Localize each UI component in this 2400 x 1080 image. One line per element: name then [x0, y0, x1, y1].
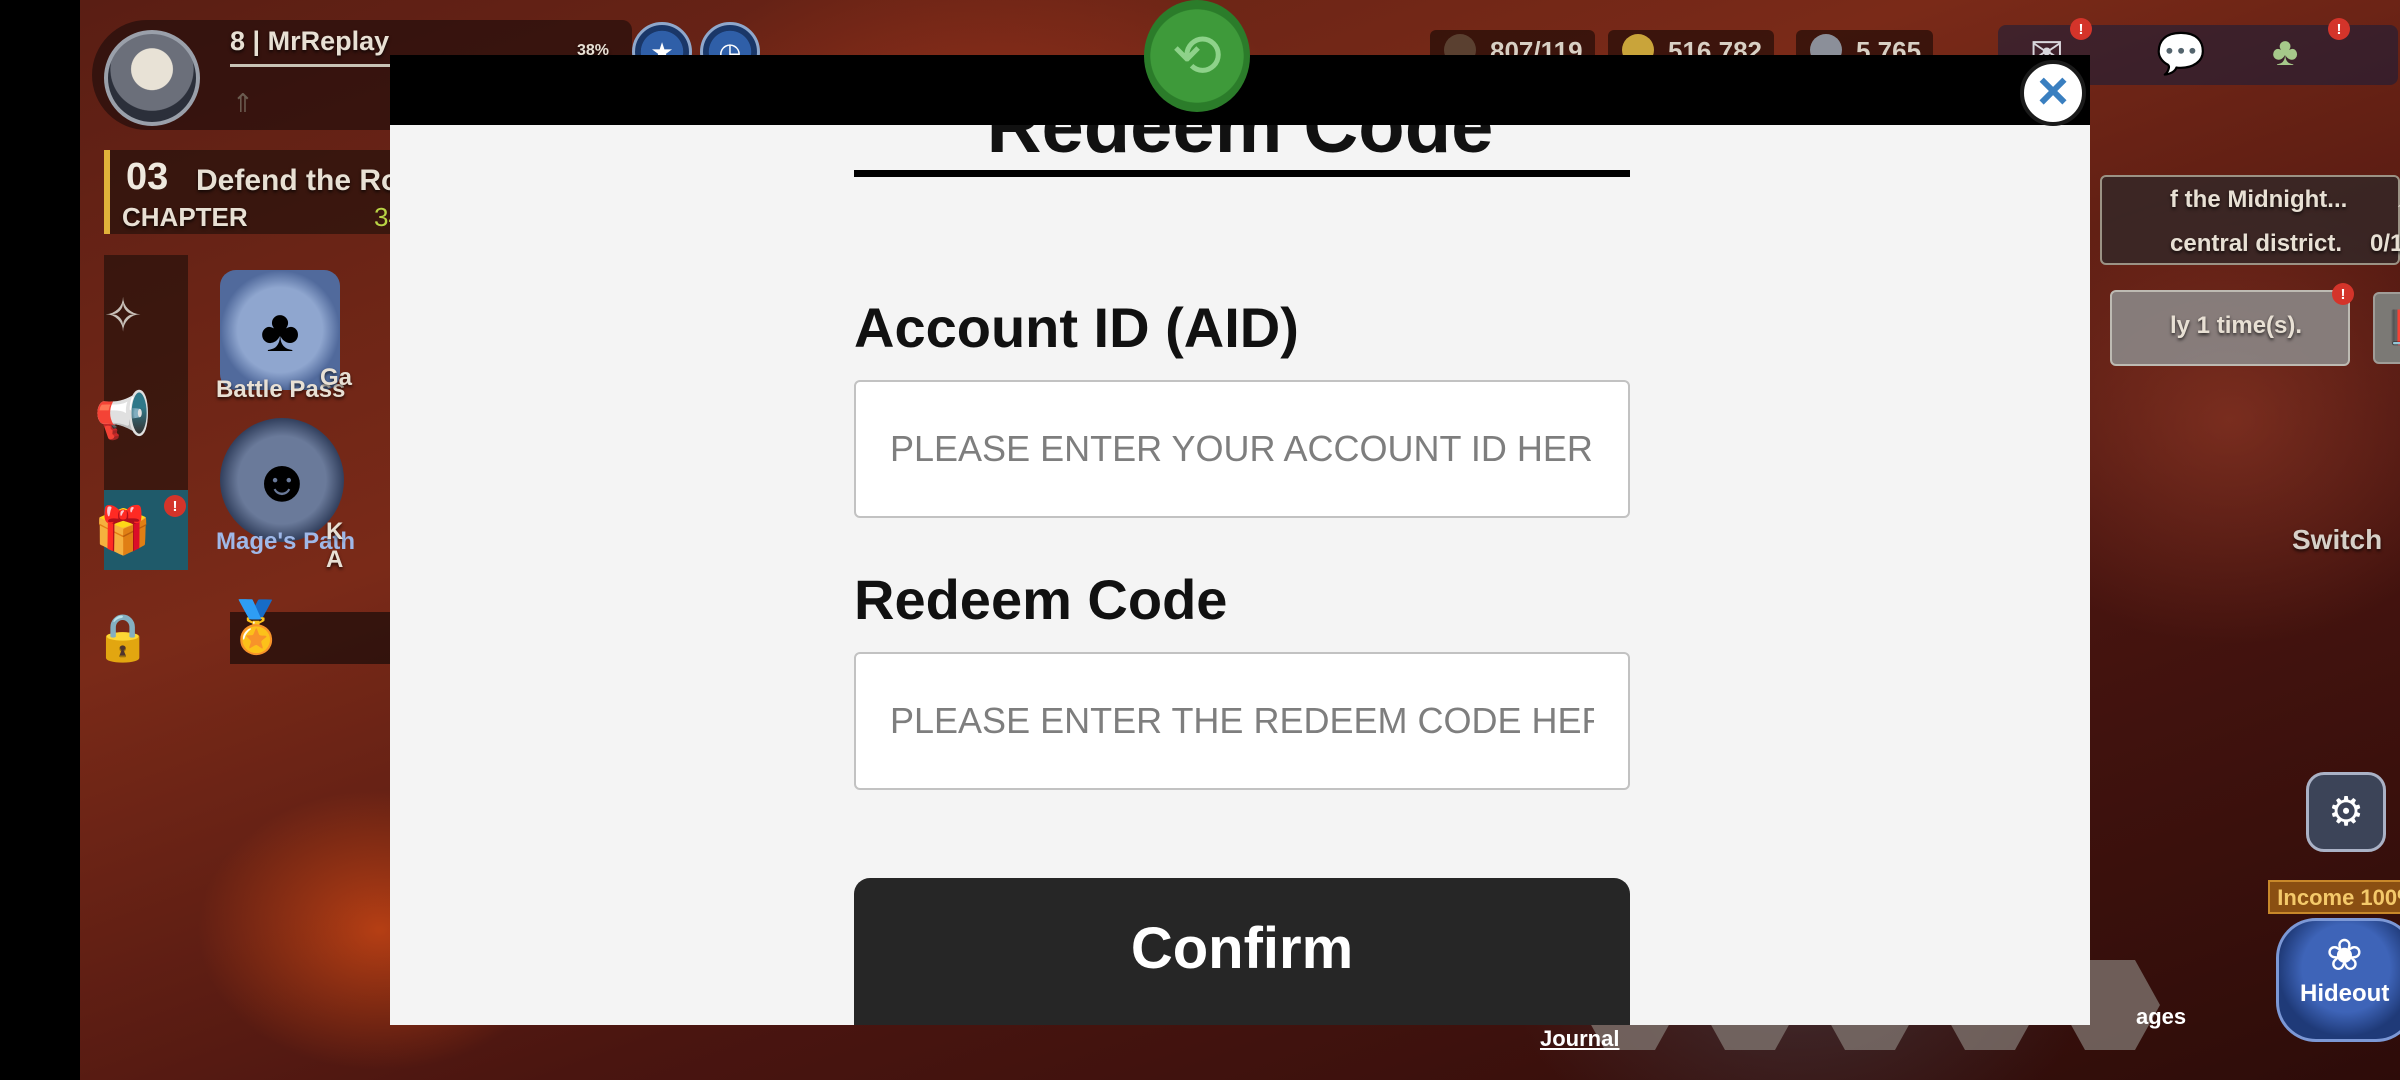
pages-label[interactable]: ages [2136, 1004, 2186, 1030]
gift-alert-dot: ! [164, 495, 186, 517]
clover-icon[interactable]: ♣ [2272, 30, 2298, 75]
compass-menu-icon[interactable]: ✧ [98, 289, 148, 341]
chapter-title: Defend the Ro [196, 164, 400, 197]
quest-count: 0/1 [2370, 230, 2400, 257]
hideout-label: Hideout [2300, 980, 2390, 1007]
map-icon[interactable]: ⚙ [2306, 772, 2386, 852]
medal-icon: 🏅 [225, 599, 288, 655]
book-icon[interactable]: 📕 [2373, 292, 2400, 364]
mission-alert-dot: ! [2332, 283, 2354, 305]
switch-label[interactable]: Switch [2292, 524, 2382, 556]
quest-description: central district. [2170, 230, 2343, 257]
income-badge: Income 100% [2268, 880, 2400, 914]
account-id-label: Account ID (AID) [854, 296, 1299, 359]
redeem-code-label: Redeem Code [854, 568, 1228, 631]
account-id-input[interactable] [854, 380, 1630, 518]
close-button[interactable]: × [2020, 60, 2086, 126]
sync-icon[interactable]: ⟲ [1144, 0, 1250, 112]
feature-label-partial: Ga [320, 364, 353, 391]
journal-label[interactable]: Journal [1540, 1026, 1619, 1052]
chapter-number: 03 [126, 156, 169, 198]
gift-icon[interactable]: 🎁 [94, 504, 151, 556]
chat-icon[interactable]: 💬 [2156, 30, 2206, 77]
quest-title: f the Midnight... [2170, 186, 2348, 213]
title-divider [854, 170, 1630, 177]
feature-label-partial-2: K A [326, 518, 344, 573]
redeem-code-input[interactable] [854, 652, 1630, 790]
mission-text: ly 1 time(s). [2170, 312, 2303, 339]
redeem-code-modal: Redeem Code Account ID (AID) Redeem Code… [390, 55, 2090, 1025]
mail-alert-dot: ! [2070, 18, 2092, 40]
clover-alert-dot: ! [2328, 18, 2350, 40]
player-avatar[interactable] [104, 30, 200, 126]
confirm-button[interactable]: Confirm [854, 878, 1630, 1025]
player-level-name: 8 | MrReplay [230, 26, 390, 56]
close-icon: × [2037, 61, 2069, 121]
lock-icon: 🔒 [94, 610, 152, 663]
hideout-emblem-icon: ❀ [2326, 931, 2363, 980]
megaphone-icon[interactable]: 📢 [94, 389, 151, 441]
rank-arrow-icon: ⇑ [232, 88, 254, 118]
chapter-panel[interactable]: 03 Defend the Ro CHAPTER 34% [104, 150, 426, 234]
chapter-label: CHAPTER [122, 202, 248, 232]
